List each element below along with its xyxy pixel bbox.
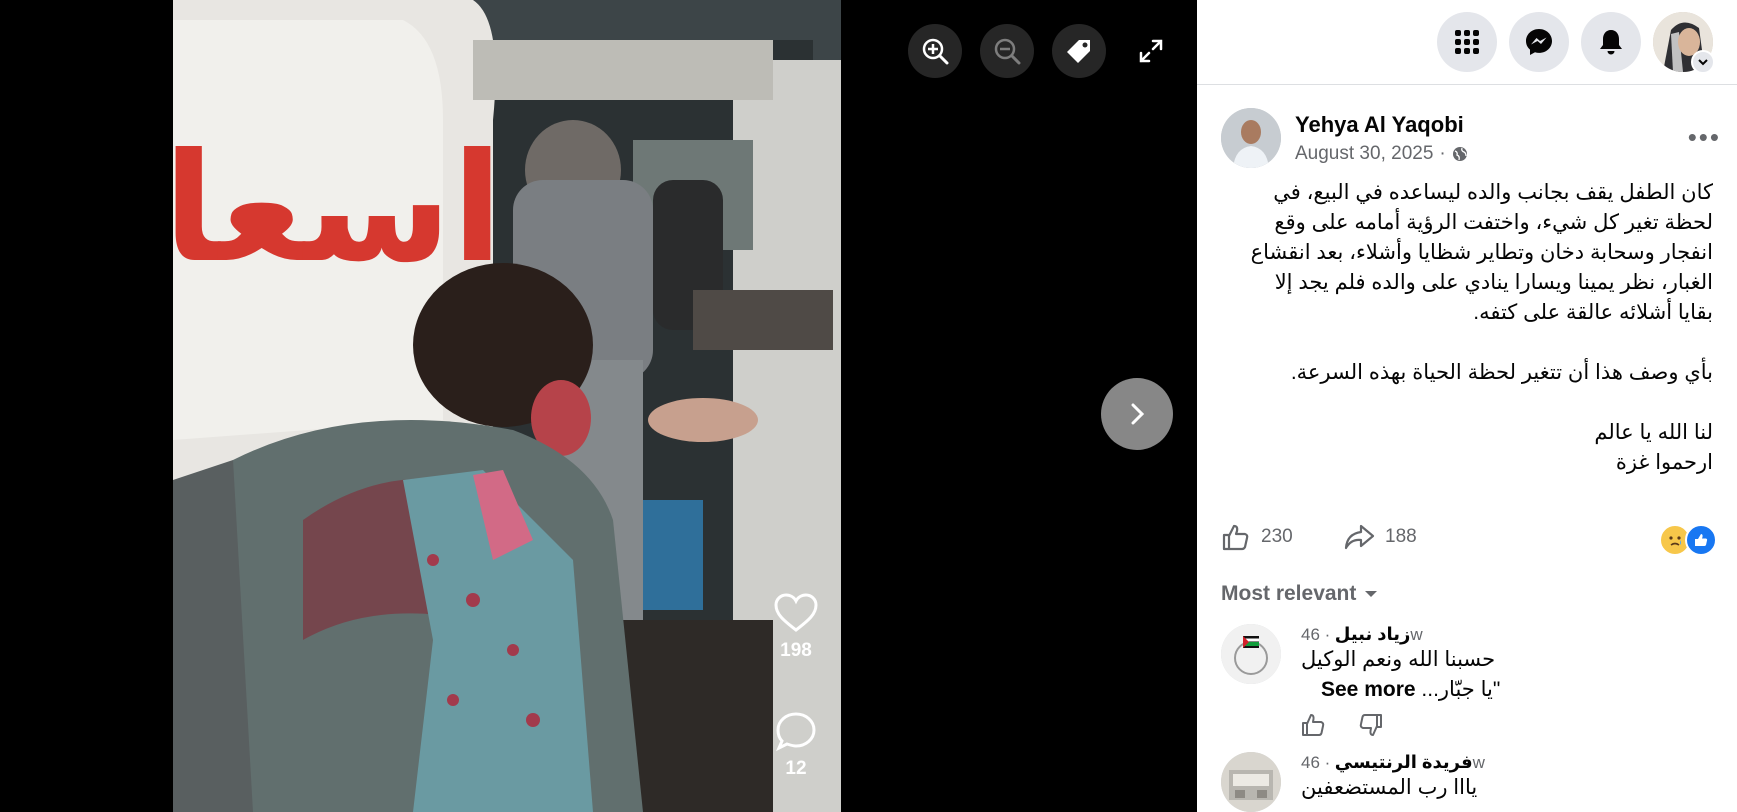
share-button[interactable]: 188 (1343, 522, 1417, 552)
post-photo[interactable]: اسعا (173, 0, 841, 812)
tag-icon (1067, 40, 1090, 63)
zoom-in-button[interactable] (908, 24, 962, 78)
post-text-line: بقايا أشلائه عالقة على كتفه. (1473, 301, 1713, 324)
author-name[interactable]: Yehya Al Yaqobi (1295, 112, 1464, 138)
fullscreen-icon (1139, 39, 1163, 63)
comment-bubble-icon (776, 712, 816, 752)
zoom-out-icon (994, 38, 1021, 65)
account-chevron-icon (1698, 59, 1708, 66)
menu-button[interactable] (1437, 12, 1497, 72)
post-text-line: بأي وصف هذا أن تتغير لحظة الحياة بهذه ال… (1290, 361, 1713, 384)
post-header: Yehya Al Yaqobi August 30, 2025 · ••• (1221, 108, 1721, 170)
comment-like-icon[interactable] (1301, 713, 1327, 737)
overlay-comment-stat: 12 (766, 710, 826, 780)
like-reaction-icon (1685, 524, 1717, 556)
commenter-avatar-image (1221, 624, 1281, 684)
comment-actions (1301, 713, 1601, 737)
post-options-button[interactable]: ••• (1688, 122, 1721, 153)
overlay-like-count: 198 (780, 640, 812, 661)
post-panel: Yehya Al Yaqobi August 30, 2025 · ••• كا… (1197, 0, 1737, 812)
top-bar (1197, 0, 1737, 85)
comment-sort-dropdown[interactable]: Most relevant (1221, 582, 1378, 606)
comment-sort-label: Most relevant (1221, 582, 1357, 605)
post-body: كان الطفل يقف بجانب والده ليساعده في الب… (1217, 178, 1713, 478)
post-text-line: الغبار، نظر يمينا ويسارا ينادي على والده… (1274, 271, 1713, 294)
commenter-name[interactable]: فريدة الرنتيسي (1335, 752, 1473, 772)
grid-menu-icon (1455, 30, 1479, 54)
see-more-link[interactable]: See more (1321, 678, 1416, 701)
post-text-line: انفجار وسحابة دخان وتطاير شظايا وأشلاء، … (1250, 241, 1713, 264)
comment-text-line: يااا رب المستضعفين (1301, 776, 1478, 799)
caret-down-icon (1365, 591, 1378, 597)
post-text-line: ارحموا غزة (1615, 451, 1713, 474)
chevron-right-icon (1131, 403, 1145, 425)
overlay-like-stat: 198 (766, 592, 826, 662)
author-avatar[interactable] (1221, 108, 1281, 168)
overlay-comment-count: 12 (785, 758, 807, 779)
notifications-button[interactable] (1581, 12, 1641, 72)
share-icon (1344, 524, 1375, 550)
comment-item: زياد نبيل · 46w حسبنا الله ونعم الوكيل S… (1221, 624, 1721, 744)
ambulance-lettering: اسعا (173, 122, 503, 296)
globe-icon (1452, 147, 1467, 161)
author-photo (1221, 108, 1281, 168)
account-button[interactable] (1653, 12, 1715, 74)
like-button[interactable]: 230 (1221, 522, 1293, 552)
comment-text-line: حسبنا الله ونعم الوكيل (1301, 648, 1496, 671)
photo-scene: اسعا (173, 0, 841, 812)
comment-body: فريدة الرنتيسي · 46w يااا رب المستضعفين (1301, 752, 1601, 803)
post-date[interactable]: August 30, 2025 (1295, 143, 1433, 165)
commenter-avatar[interactable] (1221, 752, 1281, 812)
comment-item: فريدة الرنتيسي · 46w يااا رب المستضعفين (1221, 752, 1721, 812)
photo-viewer: اسعا 198 12 (0, 0, 1197, 812)
bell-icon (1600, 30, 1622, 55)
next-photo-button[interactable] (1101, 378, 1173, 450)
comment-text-line: "يا جبّار... (1421, 678, 1501, 701)
comment-dislike-icon[interactable] (1357, 713, 1383, 737)
zoom-out-button[interactable] (980, 24, 1034, 78)
engagement-bar: 230 188 (1221, 522, 1717, 558)
post-text-line: لنا الله يا عالم (1594, 421, 1713, 444)
post-text-line: كان الطفل يقف بجانب والده ليساعده في الب… (1273, 181, 1713, 204)
share-count: 188 (1385, 526, 1417, 547)
comment-text-more: See more "يا جبّار... (1301, 675, 1601, 705)
like-count: 230 (1261, 526, 1293, 547)
messenger-button[interactable] (1509, 12, 1569, 72)
commenter-avatar[interactable] (1221, 624, 1281, 684)
reaction-summary[interactable] (1659, 524, 1717, 556)
fullscreen-button[interactable] (1124, 24, 1178, 78)
post-meta: August 30, 2025 · (1295, 143, 1468, 165)
post-text-line: لحظة تغير كل شيء، واختفت الرؤية أمامه عل… (1274, 211, 1713, 234)
tag-button[interactable] (1052, 24, 1106, 78)
commenter-avatar-image (1221, 752, 1281, 812)
zoom-in-icon (922, 38, 949, 65)
comment-body: زياد نبيل · 46w حسبنا الله ونعم الوكيل S… (1301, 624, 1601, 737)
heart-icon (774, 593, 818, 632)
messenger-icon (1526, 29, 1552, 55)
thumbs-up-icon (1222, 524, 1249, 551)
meta-separator: · (1439, 143, 1446, 164)
account-chevron[interactable] (1691, 50, 1715, 74)
commenter-name[interactable]: زياد نبيل (1335, 624, 1411, 644)
